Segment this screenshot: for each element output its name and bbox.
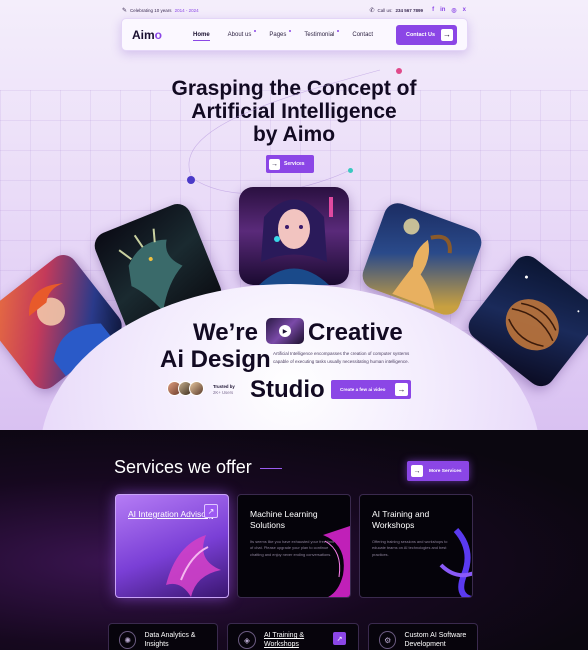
title-underline: [260, 468, 282, 469]
more-services-button[interactable]: → More Services: [407, 461, 469, 481]
twitter-icon[interactable]: x: [463, 7, 466, 14]
arrow-right-icon: →: [441, 28, 453, 41]
nav-testimonial[interactable]: Testimonial: [295, 29, 343, 38]
service-item-title: AI Training & Workshops: [264, 632, 305, 648]
brain-icon: ✺: [119, 631, 137, 649]
dropdown-dot-icon: [289, 29, 292, 32]
wave-shape-art: [323, 526, 350, 597]
play-video-thumbnail[interactable]: ▶: [266, 318, 304, 344]
hero-services-label: Services: [284, 161, 305, 167]
arrow-right-icon: →: [395, 383, 408, 396]
creative-description: Artificial Intelligence encompasses the …: [273, 351, 410, 364]
more-services-label: More Services: [429, 468, 462, 474]
megaphone-icon: ✎: [122, 7, 128, 14]
heading-were: We’re: [193, 319, 258, 346]
play-icon: ▶: [279, 325, 291, 337]
trusted-count: 2K+ Users: [213, 390, 234, 395]
service-card-machine-learning[interactable]: Machine Learning Solutions Its seems lik…: [237, 494, 351, 598]
orbit-dot-red: [396, 68, 402, 74]
phone-number[interactable]: 234 567 7899: [396, 8, 424, 13]
gallery-image-cyber-girl: [239, 187, 349, 285]
call-label: Call us:: [377, 7, 393, 13]
arrow-right-icon: →: [269, 158, 280, 170]
phone-icon: ✆: [369, 7, 375, 14]
arrow-right-icon: →: [411, 465, 423, 477]
service-item-title: Data Analytics & Insights: [144, 632, 196, 648]
nav-pages-label: Pages: [269, 31, 287, 38]
nav-pages[interactable]: Pages: [260, 29, 295, 38]
settings-icon: ⚙: [379, 631, 397, 649]
service-card-ai-integration[interactable]: AI Integration Advisory ↗: [115, 494, 229, 598]
dropdown-dot-icon: [254, 29, 257, 32]
facebook-icon[interactable]: f: [432, 7, 434, 14]
contact-us-button[interactable]: Contact Us →: [395, 24, 457, 45]
heading-studio: Studio: [250, 376, 325, 403]
nav-about[interactable]: About us: [219, 29, 261, 38]
logo-text: Aim: [132, 27, 155, 42]
service-item-custom-software[interactable]: ⚙ Custom AI Software Development: [368, 623, 478, 650]
chip-icon: ◈: [238, 631, 256, 649]
logo-accent: o: [154, 27, 163, 42]
arrow-up-right-icon[interactable]: ↗: [204, 504, 218, 518]
nav-contact[interactable]: Contact: [343, 32, 382, 38]
services-title: Services we offer: [114, 457, 252, 477]
top-info-bar: ✎ Celebrating 10 years 2014 - 2024 ✆ Cal…: [122, 5, 466, 15]
service-item-ai-training[interactable]: ◈ AI Training & Workshops ↗: [227, 623, 359, 650]
hero-services-button[interactable]: → Services: [266, 155, 314, 173]
main-navbar: Aimo Home About us Pages Testimonial Con…: [121, 18, 468, 51]
service-card-ai-training[interactable]: AI Training and Workshops Offering train…: [359, 494, 473, 598]
orbit-dot-blue: [187, 176, 195, 184]
create-video-label: Create a few ai video: [340, 387, 386, 392]
trusted-by: Trusted by 2K+ Users: [213, 384, 235, 396]
arrow-up-right-icon[interactable]: ↗: [333, 632, 346, 645]
instagram-icon[interactable]: ◎: [451, 7, 456, 14]
hero-section: ✎ Celebrating 10 years 2014 - 2024 ✆ Cal…: [0, 0, 588, 430]
logo[interactable]: Aimo: [132, 28, 184, 42]
service-item-title: Custom AI Software Development: [404, 632, 467, 648]
nav-links: Home About us Pages Testimonial Contact: [184, 29, 396, 41]
avatar: [189, 381, 204, 396]
heading-creative: Creative: [308, 319, 403, 346]
contact-us-label: Contact Us: [405, 31, 435, 38]
nav-testimonial-label: Testimonial: [304, 31, 335, 38]
service-item-data-analytics[interactable]: ✺ Data Analytics & Insights: [108, 623, 218, 650]
celebrating-text: Celebrating 10 years: [130, 7, 172, 13]
ring-shape-art: [439, 527, 472, 597]
create-video-button[interactable]: Create a few ai video →: [331, 380, 411, 399]
user-avatars: [167, 381, 204, 396]
dropdown-dot-icon: [337, 29, 340, 32]
nav-about-label: About us: [227, 31, 252, 38]
linkedin-icon[interactable]: in: [440, 7, 445, 14]
orbit-dot-teal: [348, 168, 353, 173]
abstract-shape-art: [166, 535, 221, 597]
heading-ai-design: Ai Design: [160, 346, 271, 373]
nav-home[interactable]: Home: [184, 32, 219, 41]
years-text: 2014 - 2024: [174, 7, 199, 13]
cyber-girl-art: [259, 197, 333, 285]
